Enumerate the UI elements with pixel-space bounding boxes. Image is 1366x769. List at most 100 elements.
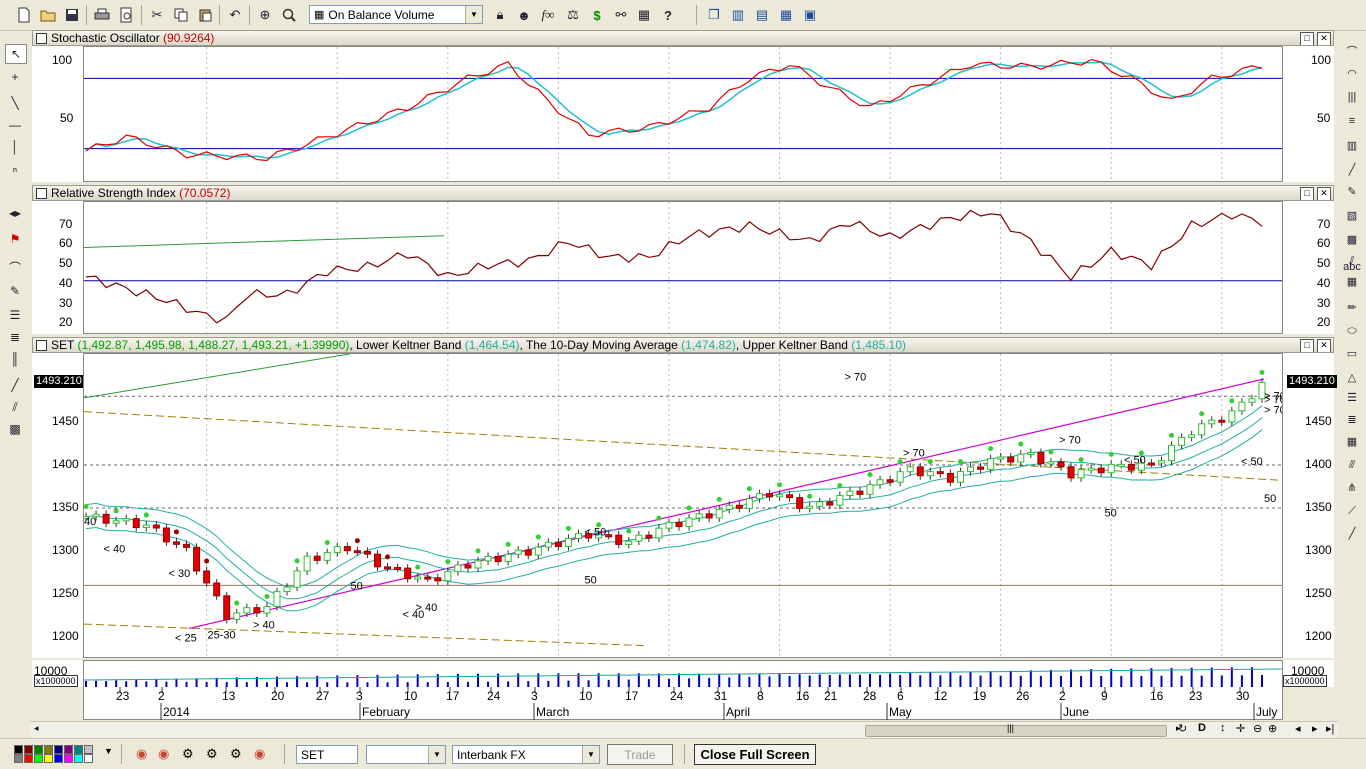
fan-icon[interactable]: ⫽ [5, 398, 25, 416]
save-icon[interactable] [62, 5, 82, 25]
rectangle-icon[interactable]: ▭ [1342, 344, 1362, 362]
color-swatch[interactable] [84, 745, 93, 754]
arc-tool-icon[interactable]: ⌒ [1342, 42, 1362, 60]
chevron-down-icon[interactable]: ▼ [582, 746, 599, 763]
fib-retracement-icon[interactable]: ☰ [5, 306, 25, 324]
cut-icon[interactable]: ✂ [147, 5, 167, 25]
color-swatch[interactable] [14, 745, 23, 754]
prev-icon[interactable]: ◂ [1295, 722, 1301, 735]
grid-icon[interactable]: ▦ [634, 5, 654, 25]
lock-icon[interactable]: 🔒︎ [490, 5, 510, 25]
fib-levels-icon[interactable]: ≣ [1342, 410, 1362, 428]
agent-icon[interactable]: ⚙ [182, 746, 194, 762]
expert-icon[interactable]: ⚖ [563, 5, 583, 25]
fib-right-icon[interactable]: ☰ [1342, 388, 1362, 406]
color-swatch[interactable] [74, 745, 83, 754]
help-icon[interactable]: ? [658, 5, 678, 25]
hatch-icon[interactable]: ▧ [1342, 206, 1362, 224]
color-swatch[interactable] [64, 754, 73, 763]
d-button-icon[interactable]: D [1198, 722, 1206, 734]
color-swatch[interactable] [74, 754, 83, 763]
fib-lines-icon[interactable]: ≣ [5, 328, 25, 346]
trade-button[interactable]: Trade [607, 744, 673, 765]
zoom-out-icon[interactable]: ⊖ [1253, 722, 1262, 735]
undo-icon[interactable]: ↶ [225, 5, 245, 25]
scroll-thumb[interactable] [865, 725, 1167, 737]
zoom-icon[interactable] [279, 5, 299, 25]
browser-3-icon[interactable]: ◉ [254, 746, 265, 762]
color-swatch[interactable] [44, 745, 53, 754]
formula-icon[interactable]: f∞ [538, 5, 558, 25]
close-icon[interactable]: ✕ [1317, 187, 1331, 200]
fan-lines-icon[interactable]: ⟋ [1342, 502, 1362, 520]
color-swatch[interactable] [34, 754, 43, 763]
agent-3-icon[interactable]: ⚙ [230, 746, 242, 762]
pane-indicator-box[interactable] [36, 340, 47, 351]
crosshair-icon[interactable]: ⊕ [255, 5, 275, 25]
channel-icon[interactable]: ⫻ [1342, 456, 1362, 474]
cascade-icon[interactable]: ❐ [704, 5, 724, 25]
color-swatch[interactable] [54, 754, 63, 763]
rsi-plot[interactable] [83, 201, 1283, 334]
color-swatch[interactable] [84, 754, 93, 763]
tile-horizontal-icon[interactable]: ▤ [752, 5, 772, 25]
ellipse-icon[interactable]: ⬭ [1342, 322, 1362, 340]
pen-icon[interactable]: ✎ [5, 282, 25, 300]
line-tool-icon[interactable]: ╱ [5, 376, 25, 394]
color-swatch[interactable] [44, 754, 53, 763]
close-full-screen-button[interactable]: Close Full Screen [694, 744, 816, 765]
lines-icon[interactable]: ≡ [1342, 112, 1362, 130]
horizontal-line-icon[interactable]: — [5, 116, 25, 134]
symbol-input[interactable]: SET [296, 745, 358, 764]
color-swatch[interactable] [14, 754, 23, 763]
copy-icon[interactable] [171, 5, 191, 25]
user-icon[interactable]: ☻ [514, 5, 534, 25]
stochastic-plot[interactable] [83, 46, 1283, 182]
color-swatch[interactable] [64, 745, 73, 754]
slash-icon[interactable]: ╱ [1342, 160, 1362, 178]
trendline-icon[interactable]: ╲ [5, 94, 25, 112]
print-preview-icon[interactable] [116, 5, 136, 25]
ray-icon[interactable]: ╱ [1342, 524, 1362, 542]
pitchfork-icon[interactable]: ⋔ [1342, 478, 1362, 496]
binoculars-icon[interactable]: ⚯ [611, 5, 631, 25]
pane-indicator-box[interactable] [36, 188, 47, 199]
move-icon[interactable]: ✛ [1236, 722, 1245, 735]
open-folder-icon[interactable] [38, 5, 58, 25]
vertical-line-icon[interactable]: │ [5, 138, 25, 156]
fibonacci-icon[interactable]: ◂▸ [5, 204, 25, 222]
flag-icon[interactable]: ⚑ [5, 230, 25, 248]
tile-grid-icon[interactable]: ▦ [776, 5, 796, 25]
pen-tool-icon[interactable]: ✎ [1342, 182, 1362, 200]
browser-2-icon[interactable]: ◉ [158, 746, 169, 762]
color-palette[interactable] [14, 745, 98, 763]
arc-icon[interactable]: ⌒ [5, 258, 25, 276]
screenshot-icon[interactable]: ▣ [800, 5, 820, 25]
text-tool-icon[interactable]: ⁿ [5, 162, 25, 180]
columns-icon[interactable]: ▥ [1342, 136, 1362, 154]
zoom-in-icon[interactable]: ⊕ [1268, 722, 1277, 735]
scroll-left-icon[interactable]: ◂ [34, 723, 39, 734]
exchange-select[interactable]: Interbank FX ▼ [452, 745, 600, 764]
maximize-icon[interactable]: □ [1300, 187, 1314, 200]
pattern-tool-icon[interactable]: ▩ [1342, 230, 1362, 248]
second-select[interactable]: ▼ [366, 745, 446, 764]
pencil-icon[interactable]: ✏ [1342, 298, 1362, 316]
color-swatch[interactable] [24, 745, 33, 754]
maximize-icon[interactable]: □ [1300, 32, 1314, 45]
time-zone-icon[interactable]: ║ [5, 350, 25, 368]
horizontal-scrollbar[interactable]: ◂ ||| ▸ ↻ D ↕ ✛ ⊖ ⊕ ◂ ▸ ▸| [30, 721, 1338, 738]
close-icon[interactable]: ✕ [1317, 339, 1331, 352]
close-icon[interactable]: ✕ [1317, 32, 1331, 45]
agent-2-icon[interactable]: ⚙ [206, 746, 218, 762]
pane-indicator-box[interactable] [36, 33, 47, 44]
semicircle-icon[interactable]: ◠ [1342, 64, 1362, 82]
paste-icon[interactable] [195, 5, 215, 25]
refresh-icon[interactable]: ↻ [1178, 722, 1187, 735]
maximize-icon[interactable]: □ [1300, 339, 1314, 352]
end-icon[interactable]: ▸| [1326, 722, 1334, 735]
color-swatch[interactable] [34, 745, 43, 754]
sort-icon[interactable]: ↕ [1220, 722, 1226, 734]
bars-icon[interactable]: ||| [1342, 88, 1362, 106]
print-icon[interactable] [92, 5, 112, 25]
